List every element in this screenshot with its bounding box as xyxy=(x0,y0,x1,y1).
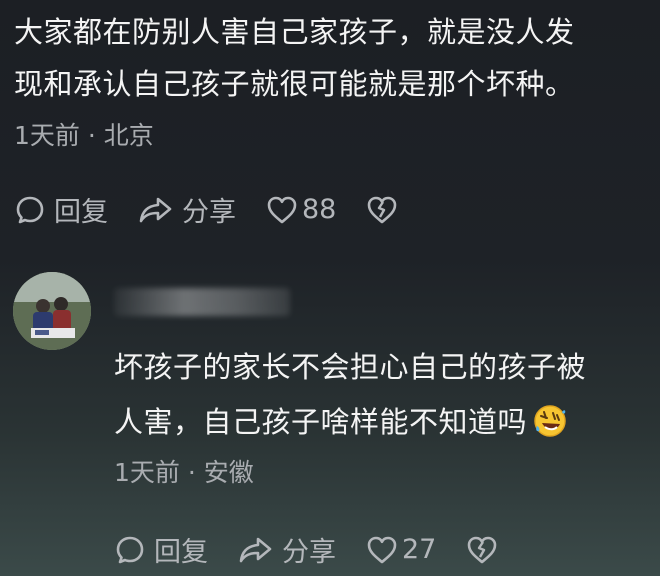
broken-heart-icon xyxy=(468,536,497,563)
reply-button[interactable]: 回复 xyxy=(14,190,108,229)
reply-label: 回复 xyxy=(54,197,108,228)
reply-comment: 坏孩子的家长不会担心自己的孩子被 人害，自己孩子啥样能不知道吗 xyxy=(114,340,634,450)
share-arrow-icon xyxy=(139,197,172,222)
top-comment-meta: 1天前 · 北京 xyxy=(14,121,154,150)
reply-comment-actions: 回复 分享 27 xyxy=(114,530,528,569)
share-button[interactable]: 分享 xyxy=(138,190,236,229)
top-comment-line-1: 大家都在防别人害自己家孩子，就是没人发 xyxy=(14,15,575,49)
dislike-button[interactable] xyxy=(466,535,498,565)
like-button[interactable]: 88 xyxy=(266,194,336,225)
heart-icon xyxy=(367,536,397,563)
share-arrow-icon xyxy=(239,537,272,562)
share-button[interactable]: 分享 xyxy=(238,530,336,569)
avatar-photo-icon xyxy=(13,272,91,350)
reply-label: 回复 xyxy=(154,537,208,568)
like-count: 27 xyxy=(402,534,437,565)
like-button[interactable]: 27 xyxy=(366,534,436,565)
top-comment: 大家都在防别人害自己家孩子，就是没人发 现和承认自己孩子就很可能就是那个坏种。 … xyxy=(14,6,644,152)
like-count: 88 xyxy=(302,194,337,225)
comment-bubble-icon xyxy=(16,196,44,223)
reply-comment-line-2: 人害，自己孩子啥样能不知道吗 xyxy=(114,405,528,439)
reply-comment-meta: 1天前 · 安徽 xyxy=(114,458,254,487)
heart-icon xyxy=(267,196,297,223)
share-label: 分享 xyxy=(182,197,236,228)
rolling-laughing-emoji-icon xyxy=(534,405,566,437)
comment-bubble-icon xyxy=(116,536,144,563)
reply-comment-text: 坏孩子的家长不会担心自己的孩子被 人害，自己孩子啥样能不知道吗 xyxy=(114,340,634,450)
broken-heart-icon xyxy=(368,196,397,223)
share-label: 分享 xyxy=(282,537,336,568)
top-comment-line-2: 现和承认自己孩子就很可能就是那个坏种。 xyxy=(14,67,575,101)
reply-button[interactable]: 回复 xyxy=(114,530,208,569)
dislike-button[interactable] xyxy=(366,195,398,225)
avatar[interactable] xyxy=(13,272,91,350)
username-blurred[interactable] xyxy=(114,288,290,316)
top-comment-actions: 回复 分享 88 xyxy=(14,190,428,229)
reply-comment-line-1: 坏孩子的家长不会担心自己的孩子被 xyxy=(114,350,587,384)
top-comment-text: 大家都在防别人害自己家孩子，就是没人发 现和承认自己孩子就很可能就是那个坏种。 xyxy=(14,6,644,110)
